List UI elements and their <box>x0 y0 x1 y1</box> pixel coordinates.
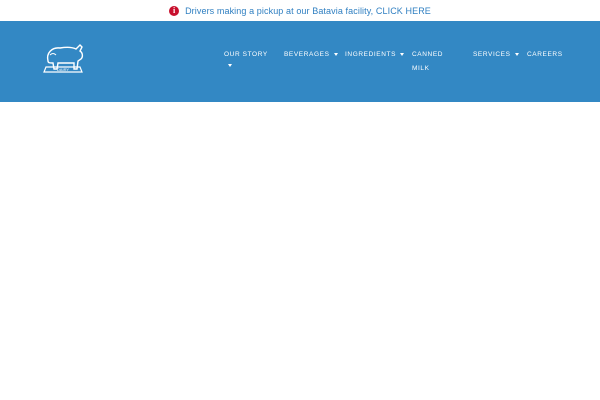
chevron-down-icon <box>333 52 338 56</box>
nav-label-ingredients: INGREDIENTS <box>345 51 397 58</box>
page-content <box>0 102 600 400</box>
chevron-down-icon <box>514 52 519 56</box>
nav-label-beverages: BEVERAGES <box>284 51 330 58</box>
site-header: DAIRY OUR STORY BEVERAGES INGREDIENTS CA… <box>0 21 600 102</box>
nav-item-our-story[interactable]: OUR STORY <box>224 49 268 67</box>
nav-item-services[interactable]: SERVICES <box>473 49 519 61</box>
nav-label-milk: MILK <box>412 65 430 72</box>
chevron-down-icon <box>400 52 405 56</box>
info-icon: i <box>169 5 180 16</box>
nav-item-beverages[interactable]: BEVERAGES <box>284 49 338 61</box>
nav-item-careers[interactable]: CAREERS <box>527 49 563 61</box>
nav-label-services: SERVICES <box>473 51 511 58</box>
chevron-down-icon <box>228 64 232 67</box>
nav-item-ingredients[interactable]: INGREDIENTS <box>345 49 405 61</box>
nav-label-our-story: OUR STORY <box>224 51 268 58</box>
main-nav: OUR STORY BEVERAGES INGREDIENTS CANNED M… <box>0 21 600 102</box>
nav-label-canned: CANNED <box>412 51 444 58</box>
alert-link[interactable]: Drivers making a pickup at our Batavia f… <box>185 6 431 16</box>
nav-label-careers: CAREERS <box>527 51 563 58</box>
nav-item-canned-milk[interactable]: CANNED MILK <box>412 49 443 75</box>
alert-bar: i Drivers making a pickup at our Batavia… <box>0 0 600 21</box>
